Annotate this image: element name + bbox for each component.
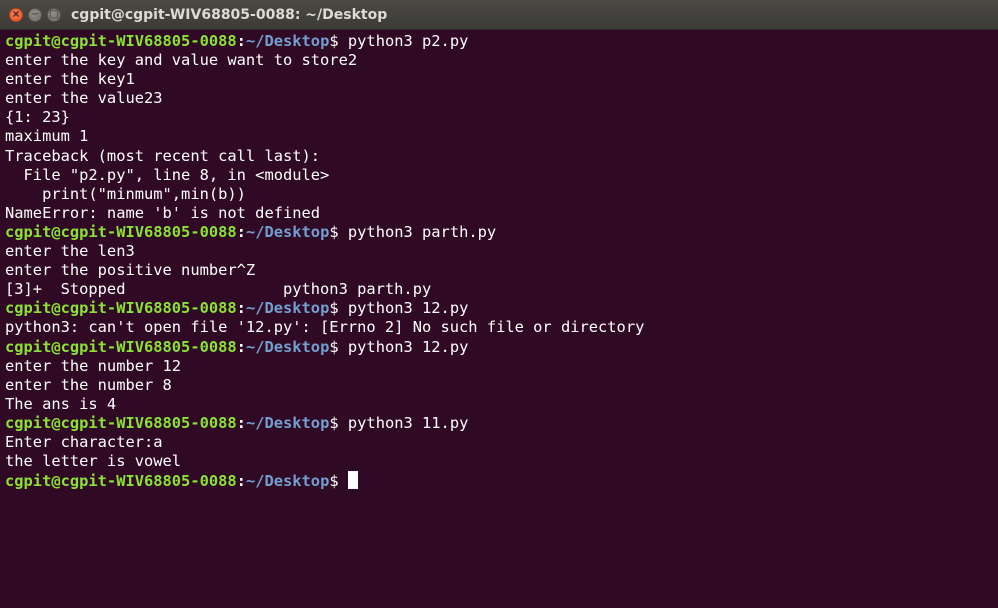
window-title: cgpit@cgpit-WIV68805-0088: ~/Desktop [71,7,388,23]
prompt-line: cgpit@cgpit-WIV68805-0088:~/Desktop$ pyt… [5,414,993,433]
prompt-path: ~/Desktop [245,413,330,432]
output-line: the letter is vowel [5,452,993,471]
prompt-path: ~/Desktop [245,222,330,241]
prompt-separator: : [236,32,246,50]
output-text: Traceback (most recent call last): [5,146,321,165]
prompt-line: cgpit@cgpit-WIV68805-0088:~/Desktop$ [5,471,993,490]
prompt-symbol: $ [329,337,339,356]
output-line: [3]+ Stopped python3 parth.py [5,280,993,299]
prompt-symbol: $ [329,299,339,318]
output-text: enter the number 8 [5,375,172,394]
output-line: enter the value23 [5,89,993,108]
output-text: enter the key1 [5,70,135,89]
prompt-symbol: $ [329,413,339,432]
prompt-separator: : [236,299,246,318]
prompt-line: cgpit@cgpit-WIV68805-0088:~/Desktop$ pyt… [5,223,993,242]
output-line: {1: 23} [5,108,993,127]
output-text: the letter is vowel [5,452,182,471]
prompt-separator: : [236,413,246,432]
command-text: python3 p2.py [338,32,469,50]
output-text: NameError: name 'b' is not defined [5,203,321,222]
output-text: enter the positive number^Z [5,261,256,280]
output-text: enter the number 12 [5,356,182,375]
prompt-line: cgpit@cgpit-WIV68805-0088:~/Desktop$ pyt… [5,299,993,318]
output-line: python3: can't open file '12.py': [Errno… [5,318,993,337]
prompt-path: ~/Desktop [245,472,330,491]
output-line: NameError: name 'b' is not defined [5,204,993,223]
output-text: enter the value23 [5,89,163,108]
output-text: [3]+ Stopped python3 parth.py [5,280,432,299]
maximize-icon[interactable]: □ [47,8,61,22]
prompt-user-host: cgpit@cgpit-WIV68805-0088 [5,413,237,432]
prompt-symbol: $ [329,32,339,50]
prompt-separator: : [236,337,246,356]
prompt-user-host: cgpit@cgpit-WIV68805-0088 [5,337,237,356]
output-line: enter the number 12 [5,357,993,376]
prompt-line: cgpit@cgpit-WIV68805-0088:~/Desktop$ pyt… [5,338,993,357]
output-line: The ans is 4 [5,395,993,414]
output-line: File "p2.py", line 8, in <module> [5,166,993,185]
command-text: python3 parth.py [338,222,497,241]
prompt-line: cgpit@cgpit-WIV68805-0088:~/Desktop$ pyt… [5,32,993,51]
terminal-window: × − □ cgpit@cgpit-WIV68805-0088: ~/Deskt… [0,0,998,608]
prompt-separator: : [236,222,246,241]
prompt-path: ~/Desktop [245,32,330,50]
output-text: enter the key and value want to store2 [5,51,358,70]
output-line: enter the key and value want to store2 [5,51,993,70]
output-line: print("minmum",min(b)) [5,185,993,204]
output-text: The ans is 4 [5,394,117,413]
output-line: enter the number 8 [5,376,993,395]
output-text: enter the len3 [5,242,135,261]
minimize-icon[interactable]: − [28,8,42,22]
output-text: {1: 23} [5,108,70,127]
prompt-symbol: $ [329,472,339,491]
output-line: Traceback (most recent call last): [5,147,993,166]
command-text: python3 11.py [338,413,469,432]
output-line: enter the key1 [5,70,993,89]
output-text: Enter character:a [5,432,163,451]
close-icon[interactable]: × [9,8,23,22]
output-text: File "p2.py", line 8, in <module> [5,165,330,184]
command-text: python3 12.py [338,299,469,318]
title-bar[interactable]: × − □ cgpit@cgpit-WIV68805-0088: ~/Deskt… [0,0,998,30]
output-line: Enter character:a [5,433,993,452]
prompt-user-host: cgpit@cgpit-WIV68805-0088 [5,299,237,318]
output-line: enter the len3 [5,242,993,261]
output-line: enter the positive number^Z [5,261,993,280]
prompt-symbol: $ [329,222,339,241]
prompt-separator: : [236,472,246,491]
output-text: print("minmum",min(b)) [5,184,246,203]
output-text: python3: can't open file '12.py': [Errno… [5,318,645,337]
prompt-user-host: cgpit@cgpit-WIV68805-0088 [5,472,237,491]
command-text [339,472,348,490]
output-text: maximum 1 [5,127,89,146]
text-cursor [347,471,358,490]
output-line: maximum 1 [5,127,993,146]
prompt-path: ~/Desktop [245,337,330,356]
command-text: python3 12.py [338,337,469,356]
terminal-output[interactable]: cgpit@cgpit-WIV68805-0088:~/Desktop$ pyt… [5,32,993,604]
prompt-path: ~/Desktop [245,299,330,318]
prompt-user-host: cgpit@cgpit-WIV68805-0088 [5,32,237,50]
prompt-user-host: cgpit@cgpit-WIV68805-0088 [5,222,237,241]
